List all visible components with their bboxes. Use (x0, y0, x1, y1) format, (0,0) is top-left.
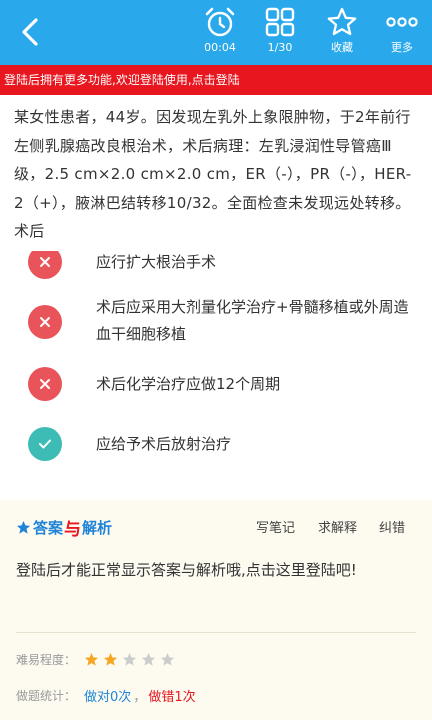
difficulty-label: 难易程度： (16, 652, 77, 667)
timer-value: 00:04 (204, 41, 236, 54)
chevron-left-icon (22, 18, 38, 46)
option-text: 应行扩大根治手术 (96, 253, 217, 271)
answer-links: 求解释 (318, 517, 357, 537)
star-empty-icon (160, 652, 175, 666)
back-button[interactable] (12, 14, 48, 50)
answer-links: 写笔记 (256, 517, 295, 537)
cross-icon (40, 379, 50, 389)
answer-title-part3: 解析 (82, 518, 113, 537)
write-note-link[interactable]: 写笔记 (256, 517, 295, 537)
star-empty-icon (141, 652, 156, 666)
options-list: 应行扩大根治手术 术后应采用大剂量化学治疗+骨髓移植或外周造血干细胞移植 术后化… (0, 251, 432, 500)
option-text: 术后化学治疗应做12个周期 (96, 375, 281, 393)
star-icon (16, 520, 31, 534)
report-error-link[interactable]: 纠错 (379, 517, 405, 537)
right-mark (28, 427, 62, 461)
star-filled-icon (84, 652, 99, 666)
favorite-button[interactable]: 收藏 (312, 4, 372, 62)
check-icon (39, 439, 51, 449)
cross-icon (40, 317, 50, 327)
favorite-label: 收藏 (331, 41, 353, 54)
answer-title-part2: 与 (64, 519, 82, 540)
ask-explanation-link[interactable]: 求解释 (318, 517, 357, 537)
difficulty-stars (84, 652, 179, 667)
question-box: 某女性患者，44岁。因发现左乳外上象限肿物，于2年前行左侧乳腺癌改良根治术，术后… (0, 95, 432, 251)
answer-title-part1: 答案 (33, 518, 64, 537)
progress-button[interactable]: 1/30 (250, 4, 310, 62)
wrong-mark (28, 305, 62, 339)
more-label: 更多 (391, 41, 413, 54)
answer-title: 答案 与 解析 (16, 516, 113, 540)
option-text: 术后应采用大剂量化学治疗+骨髓移植或外周造血干细胞移植 (96, 298, 409, 343)
top-bar: 00:04 1/30 收藏 更多 (0, 0, 432, 65)
question-text: 某女性患者，44岁。因发现左乳外上象限肿物，于2年前行左侧乳腺癌改良根治术，术后… (14, 108, 412, 240)
stats-row: 做题统计： 做对0次 ， 做错1次 (16, 684, 196, 706)
divider (16, 632, 416, 633)
stats-wrong-count: 做错1次 (148, 689, 196, 705)
cross-icon (40, 257, 50, 267)
wrong-mark (28, 251, 62, 279)
stats-separator: ， (133, 689, 147, 705)
stats-right-count: 做对0次 (84, 689, 132, 705)
star-empty-icon (122, 652, 137, 666)
login-to-view-message[interactable]: 登陆后才能正常显示答案与解析哦,点击这里登陆吧! (16, 556, 416, 584)
dots-icon (386, 17, 418, 27)
more-button[interactable]: 更多 (372, 4, 432, 62)
difficulty-row: 难易程度： (16, 648, 179, 670)
alarm-clock-icon (205, 7, 235, 37)
option-text: 应给予术后放射治疗 (96, 435, 232, 453)
stats-label: 做题统计： (16, 688, 77, 703)
wrong-mark (28, 367, 62, 401)
grid-icon (265, 7, 295, 37)
timer-button[interactable]: 00:04 (190, 4, 250, 62)
answer-links: 纠错 (379, 517, 405, 537)
login-banner[interactable]: 登陆后拥有更多功能,欢迎登陆使用,点击登陆 (0, 65, 432, 95)
star-filled-icon (103, 652, 118, 666)
progress-value: 1/30 (267, 41, 293, 54)
star-outline-icon (327, 7, 357, 36)
